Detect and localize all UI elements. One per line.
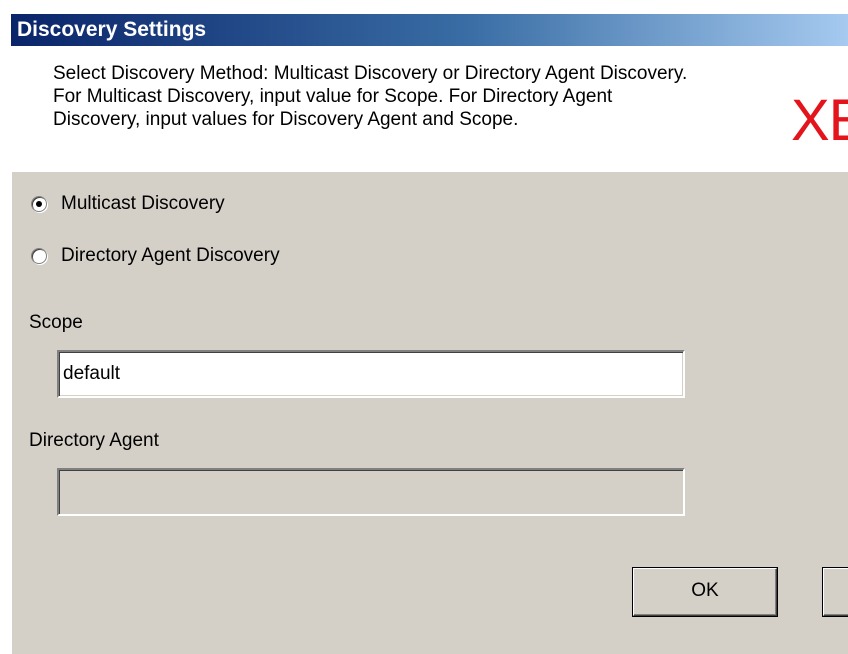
instructions-line-2: For Multicast Discovery, input value for… bbox=[53, 86, 613, 107]
radio-multicast-discovery[interactable]: Multicast Discovery bbox=[31, 192, 225, 216]
dialog-title-bar[interactable]: Discovery Settings bbox=[11, 14, 848, 46]
instructions-text: Select Discovery Method: Multicast Disco… bbox=[53, 62, 793, 131]
radio-dot bbox=[36, 201, 42, 207]
scope-label: Scope bbox=[29, 312, 83, 333]
radio-button-unchecked[interactable] bbox=[31, 248, 47, 264]
radio-label-directory-agent: Directory Agent Discovery bbox=[61, 245, 280, 266]
directory-agent-label: Directory Agent bbox=[29, 430, 159, 451]
header-panel: Select Discovery Method: Multicast Disco… bbox=[11, 46, 848, 172]
radio-label-multicast: Multicast Discovery bbox=[61, 193, 225, 214]
cancel-button[interactable] bbox=[823, 568, 848, 616]
directory-agent-input[interactable] bbox=[57, 468, 685, 516]
scope-input[interactable] bbox=[57, 350, 685, 398]
ok-button[interactable]: OK bbox=[633, 568, 777, 616]
radio-directory-agent-discovery[interactable]: Directory Agent Discovery bbox=[31, 244, 280, 268]
instructions-line-1: Select Discovery Method: Multicast Disco… bbox=[53, 63, 688, 84]
radio-button-checked[interactable] bbox=[31, 196, 47, 212]
dialog-title: Discovery Settings bbox=[17, 18, 207, 41]
xerox-logo: XE bbox=[791, 88, 848, 153]
discovery-settings-dialog: Discovery Settings Select Discovery Meth… bbox=[10, 14, 848, 654]
instructions-line-3: Discovery, input values for Discovery Ag… bbox=[53, 109, 519, 130]
